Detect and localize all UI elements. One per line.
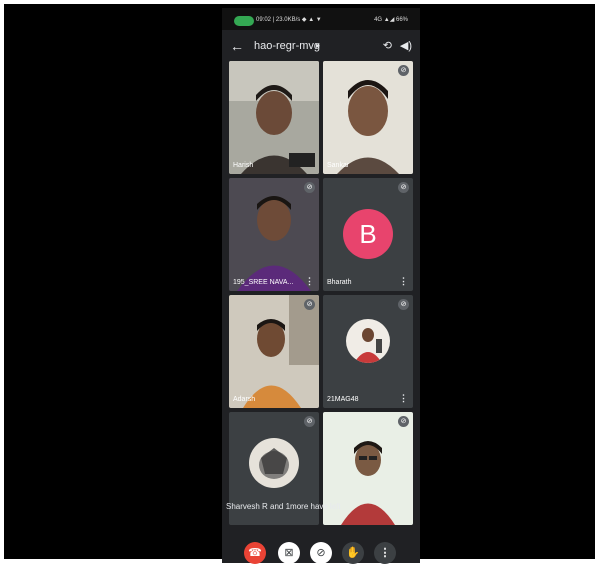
mic-off-icon: ⊘ xyxy=(398,65,409,76)
participant-tile[interactable]: B ⊘ Bharath ⋮ xyxy=(323,178,413,291)
status-right-text: 4G ▲◢ 66% xyxy=(374,17,408,23)
mic-off-icon: ⊘ xyxy=(304,299,315,310)
participant-tile[interactable]: ⊘ 21MAG48 ⋮ xyxy=(323,295,413,408)
more-options-icon[interactable]: ⋮ xyxy=(399,276,408,287)
meeting-info-chevron-icon[interactable]: ▸ xyxy=(316,41,320,50)
participant-tile[interactable]: ⊘ 195_SREE NAVA... ⋮ xyxy=(229,178,319,291)
participant-video xyxy=(323,61,413,174)
participant-name: 21MAG48 xyxy=(327,396,359,403)
participant-name: Adarsh xyxy=(233,396,256,403)
participant-tile[interactable]: ⊘ Adarsh xyxy=(229,295,319,408)
camera-toggle-button[interactable]: ⊠ xyxy=(278,542,300,564)
more-options-icon[interactable]: ⋮ xyxy=(305,276,314,287)
participant-video xyxy=(229,61,319,174)
video-frame: 09:02 | 23.0KB/s ◆ ▲ ▼ 4G ▲◢ 66% ← hao-r… xyxy=(4,4,595,564)
meeting-code[interactable]: hao-regr-mvg xyxy=(254,40,320,52)
more-options-button[interactable]: ⋮ xyxy=(374,542,396,564)
end-call-button[interactable]: ☎ xyxy=(244,542,266,564)
speaker-icon[interactable]: ◀) xyxy=(400,39,412,52)
mic-off-icon: ⊘ xyxy=(398,416,409,427)
mic-off-icon: ⊘ xyxy=(304,182,315,193)
camera-off-icon: ⊠ xyxy=(284,547,294,559)
avatar xyxy=(249,438,299,488)
participant-tile[interactable]: Harish xyxy=(229,61,319,174)
status-left-text: 09:02 | 23.0KB/s ◆ ▲ ▼ xyxy=(256,17,322,23)
participant-tile[interactable]: ⊘ Sankar xyxy=(323,61,413,174)
participant-name: 195_SREE NAVA... xyxy=(233,279,294,286)
mic-off-icon: ⊘ xyxy=(398,182,409,193)
switch-camera-icon[interactable]: ⟲ xyxy=(383,39,392,52)
back-arrow-icon[interactable]: ← xyxy=(230,38,244,54)
meeting-header: ← hao-regr-mvg ▸ ⟲ ◀) xyxy=(222,34,420,60)
participant-name: Sankar xyxy=(327,162,350,169)
call-active-pill xyxy=(234,16,254,26)
participant-video xyxy=(229,295,319,408)
avatar xyxy=(346,319,390,363)
avatar: B xyxy=(343,209,393,259)
left-participants-notice: Sharvesh R and 1more have left xyxy=(226,502,341,511)
more-icon: ⋮ xyxy=(379,547,391,559)
call-end-icon: ☎ xyxy=(248,547,262,559)
mic-off-icon: ⊘ xyxy=(304,416,315,427)
raise-hand-icon: ✋ xyxy=(346,547,360,559)
participant-name: Bharath xyxy=(327,279,352,286)
more-options-icon[interactable]: ⋮ xyxy=(399,393,408,404)
status-bar: 09:02 | 23.0KB/s ◆ ▲ ▼ 4G ▲◢ 66% xyxy=(222,8,420,30)
emblem-image xyxy=(249,438,299,488)
phone-screen: 09:02 | 23.0KB/s ◆ ▲ ▼ 4G ▲◢ 66% ← hao-r… xyxy=(222,8,420,564)
raise-hand-button[interactable]: ✋ xyxy=(342,542,364,564)
avatar-photo xyxy=(346,319,390,363)
mic-toggle-button[interactable]: ⊘ xyxy=(310,542,332,564)
participant-video xyxy=(229,178,319,291)
mic-off-icon: ⊘ xyxy=(316,547,326,559)
participant-name: Harish xyxy=(233,162,254,169)
mic-off-icon: ⊘ xyxy=(398,299,409,310)
